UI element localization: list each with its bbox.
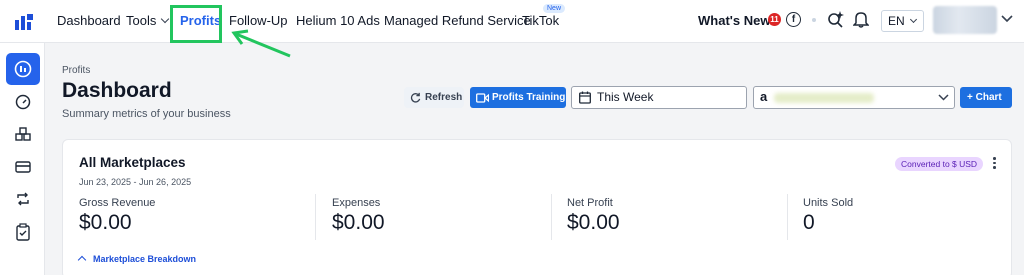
credit-card-icon[interactable] (15, 159, 31, 175)
marketplace-breakdown-label: Marketplace Breakdown (93, 254, 197, 264)
nav-tools[interactable]: Tools (126, 13, 170, 28)
metric-divider (787, 194, 788, 240)
language-select[interactable]: EN (881, 10, 924, 32)
add-chart-button[interactable]: + Chart (960, 87, 1012, 108)
account-avatar[interactable] (933, 6, 997, 34)
nav-managed-refund-service[interactable]: Managed Refund Service (384, 13, 531, 28)
card-date-range: Jun 23, 2025 - Jun 26, 2025 (79, 177, 192, 187)
metric-units-sold: Units Sold 0 (803, 197, 853, 235)
sidebar-item-dashboard[interactable] (6, 53, 40, 85)
whats-new-link[interactable]: What's New? (698, 13, 778, 28)
refresh-label: Refresh (425, 92, 463, 103)
metric-gross-revenue: Gross Revenue $0.00 (79, 197, 155, 235)
metric-label: Expenses (332, 197, 381, 209)
metric-value: $0.00 (332, 211, 385, 234)
notification-bell-icon[interactable] (853, 10, 869, 28)
marketplace-value-redacted (774, 93, 874, 103)
card-title: All Marketplaces (79, 155, 186, 170)
sidebar (0, 43, 45, 275)
marketplace-summary-card: All Marketplaces Jun 23, 2025 - Jun 26, … (62, 139, 1012, 275)
date-range-select[interactable]: This Week (571, 86, 747, 109)
facebook-icon[interactable]: f (786, 12, 801, 27)
metric-label: Units Sold (803, 197, 854, 209)
annotation-arrow-icon (231, 29, 291, 58)
helium10-logo-icon[interactable] (15, 12, 35, 30)
metric-label: Net Profit (567, 197, 613, 209)
date-range-value: This Week (597, 90, 654, 104)
metric-value: $0.00 (79, 211, 132, 234)
breadcrumb[interactable]: Profits (62, 65, 90, 76)
refresh-arrows-icon[interactable] (15, 191, 31, 207)
metric-net-profit: Net Profit $0.00 (567, 197, 620, 235)
metric-value: 0 (803, 211, 815, 234)
profits-highlight-box (170, 5, 222, 43)
metric-label: Gross Revenue (79, 197, 156, 209)
refresh-button[interactable]: Refresh (404, 87, 464, 108)
nav-tiktok[interactable]: TikTok (522, 13, 559, 28)
separator-dot (812, 18, 816, 22)
chevron-up-icon (77, 255, 87, 265)
nav-helium10-ads[interactable]: Helium 10 Ads (296, 13, 380, 28)
chevron-down-icon[interactable] (1001, 15, 1013, 23)
dashboard-icon (14, 60, 32, 78)
nav-dashboard[interactable]: Dashboard (57, 13, 121, 28)
profits-training-label: Profits Training (492, 92, 566, 103)
chevron-down-icon (909, 15, 917, 24)
language-value: EN (888, 14, 905, 28)
page-title: Dashboard (62, 79, 172, 102)
nav-tools-label: Tools (126, 13, 157, 28)
boxes-icon[interactable] (15, 126, 31, 142)
amazon-logo-icon: a (760, 89, 768, 104)
chevron-down-icon (161, 14, 170, 24)
chevron-down-icon (938, 94, 949, 101)
profits-training-button[interactable]: Profits Training (470, 87, 566, 108)
gauge-icon[interactable] (15, 94, 31, 110)
metric-expenses: Expenses $0.00 (332, 197, 385, 235)
refresh-icon (410, 92, 421, 103)
calendar-icon (579, 91, 591, 104)
top-navigation-bar: Dashboard Tools Profits Follow-Up Helium… (0, 0, 1024, 58)
new-badge: New (543, 4, 566, 13)
page-subtitle: Summary metrics of your business (62, 108, 231, 120)
more-options-icon[interactable] (993, 157, 996, 171)
marketplace-breakdown-toggle[interactable]: Marketplace Breakdown (77, 254, 197, 265)
clipboard-check-icon[interactable] (15, 223, 31, 241)
whats-new-count-badge: 11 (768, 13, 781, 26)
currency-converted-badge: Converted to $ USD (895, 157, 984, 171)
video-camera-icon (476, 93, 489, 103)
metric-divider (551, 194, 552, 240)
sparkle-search-icon[interactable] (826, 10, 844, 28)
marketplace-select[interactable]: a (753, 86, 955, 109)
metric-divider (315, 194, 316, 240)
metric-value: $0.00 (567, 211, 620, 234)
